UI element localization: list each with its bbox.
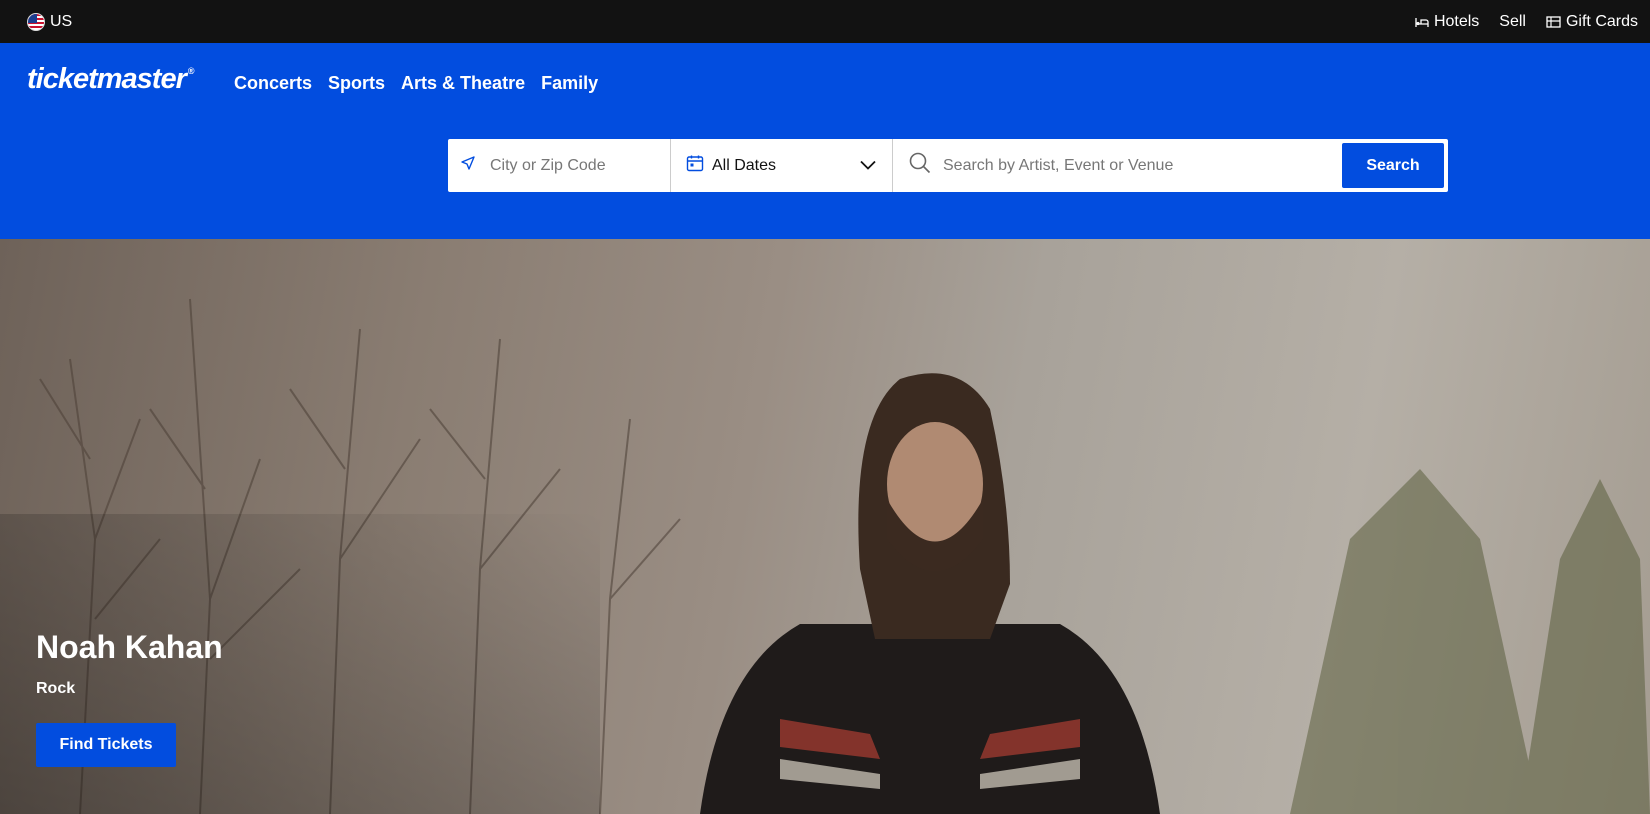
- us-flag-icon: [27, 12, 45, 31]
- hotels-label: Hotels: [1433, 12, 1480, 30]
- nav-concerts[interactable]: Concerts: [234, 73, 312, 94]
- gift-cards-label: Gift Cards: [1565, 12, 1638, 30]
- date-label: All Dates: [712, 156, 777, 174]
- hero-banner[interactable]: Noah Kahan Rock Find Tickets: [0, 239, 1650, 814]
- nav-sports[interactable]: Sports: [328, 73, 385, 94]
- location-arrow-icon: [460, 155, 476, 176]
- primary-nav: Concerts Sports Arts & Theatre Family: [234, 73, 614, 94]
- registered-mark: ®: [187, 66, 195, 76]
- gift-card-icon: [1546, 15, 1561, 28]
- utility-links: Hotels Sell Gift Cards: [1395, 13, 1638, 31]
- region-label: US: [50, 12, 73, 30]
- query-segment: [893, 139, 1342, 192]
- sell-link[interactable]: Sell: [1499, 13, 1526, 31]
- search-icon: [909, 152, 931, 179]
- nav-family[interactable]: Family: [541, 73, 598, 94]
- logo-text: ticketmaster: [27, 63, 187, 95]
- chevron-down-icon: [860, 157, 876, 175]
- find-tickets-button[interactable]: Find Tickets: [36, 723, 176, 767]
- sell-label: Sell: [1499, 12, 1526, 30]
- ticketmaster-logo[interactable]: ticketmaster ®: [27, 63, 194, 96]
- calendar-icon: [686, 154, 704, 177]
- hero-title: Noah Kahan: [36, 629, 223, 665]
- location-segment: [448, 139, 671, 192]
- hotels-link[interactable]: Hotels: [1415, 13, 1479, 31]
- search-bar: All Dates Search: [448, 139, 1448, 192]
- top-bar: US Hotels Sell Gift Cards: [0, 0, 1650, 43]
- main-header: ticketmaster ® Concerts Sports Arts & The…: [0, 43, 1650, 239]
- hero-genre: Rock: [36, 680, 76, 697]
- nav-arts-theatre[interactable]: Arts & Theatre: [401, 73, 525, 94]
- region-selector[interactable]: US: [27, 12, 73, 31]
- search-input[interactable]: [943, 156, 1323, 175]
- date-selector[interactable]: All Dates: [671, 139, 893, 192]
- bed-icon: [1415, 16, 1429, 28]
- location-input[interactable]: [490, 156, 670, 175]
- gift-cards-link[interactable]: Gift Cards: [1546, 13, 1638, 31]
- search-button[interactable]: Search: [1342, 143, 1444, 188]
